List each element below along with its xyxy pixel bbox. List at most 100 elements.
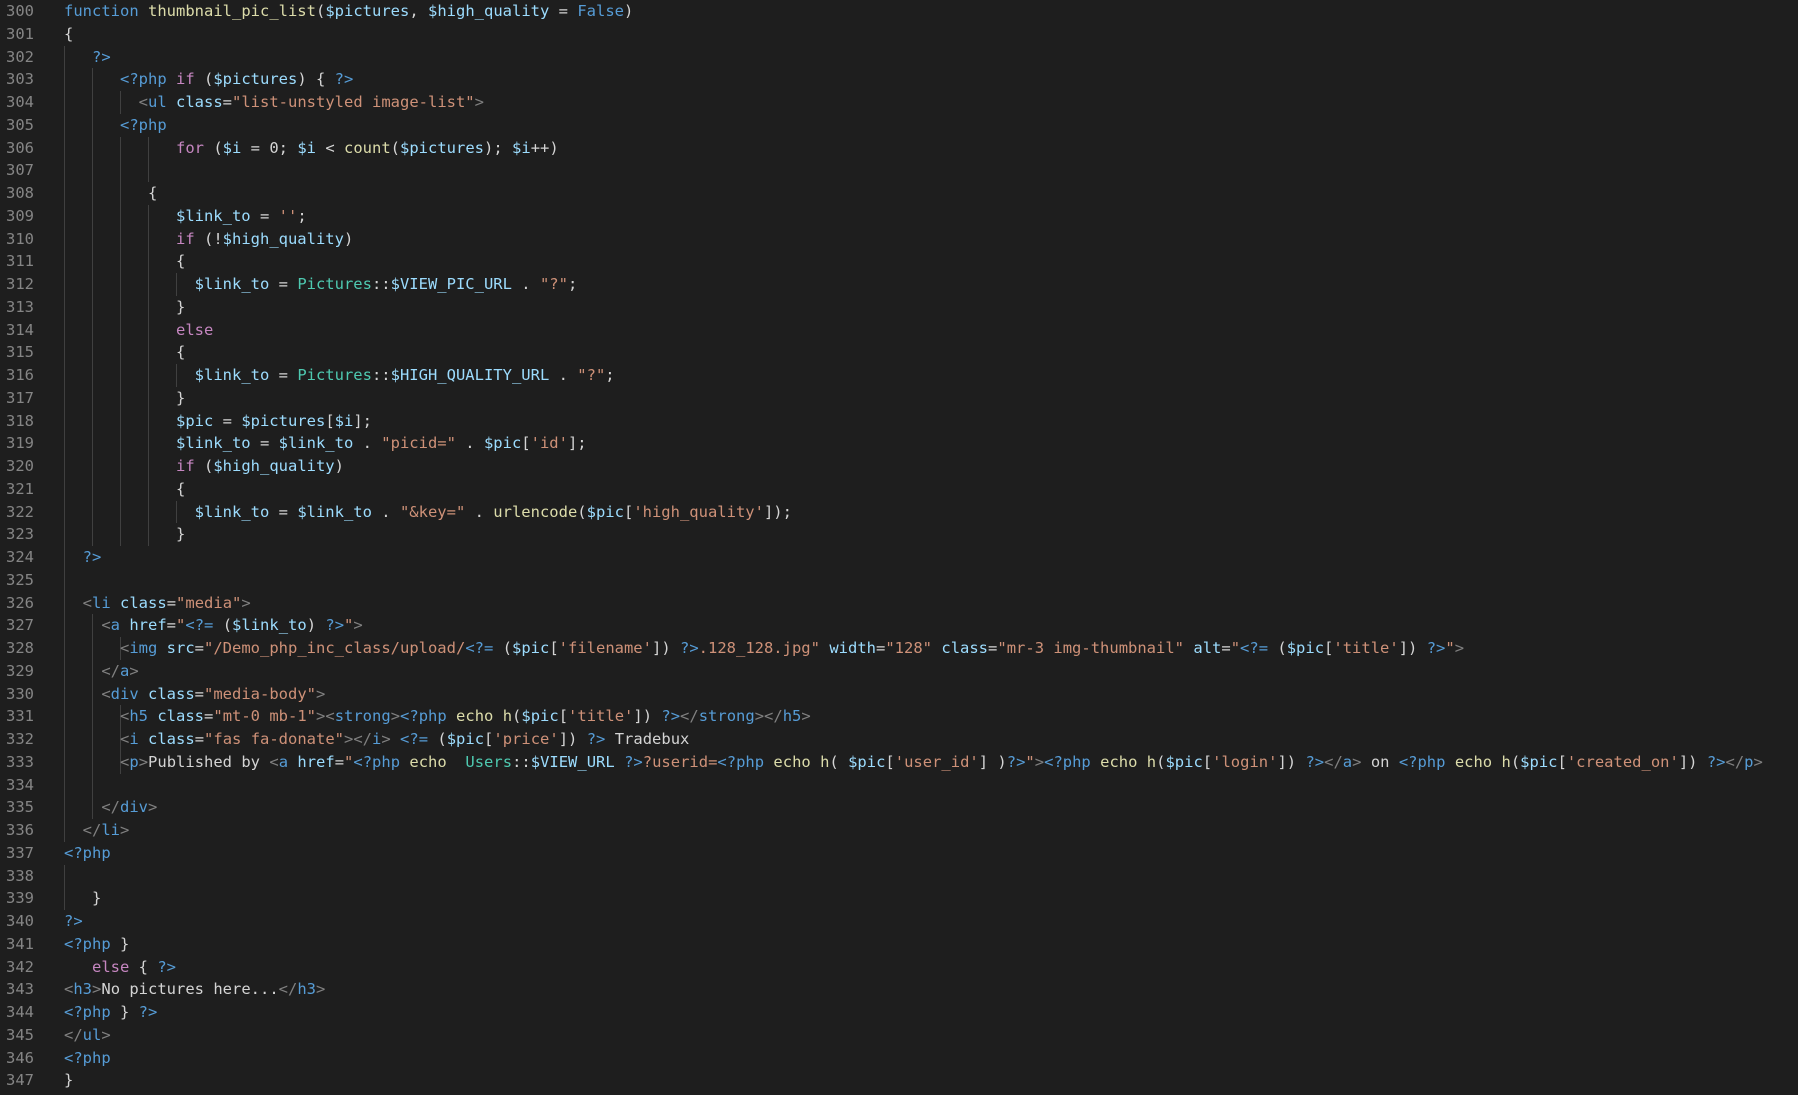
code-line[interactable]: 305 <?php (0, 113, 1798, 137)
code-line[interactable]: 312 $link_to = Pictures::$VIEW_PIC_URL .… (0, 273, 1798, 296)
code-line[interactable]: 335 </div> (0, 796, 1798, 819)
code-line[interactable]: 308 { (0, 182, 1798, 205)
code-line[interactable]: 341 <?php } (0, 933, 1798, 956)
code-line[interactable]: 303 <?php if ($pictures) { ?> (0, 68, 1798, 91)
code-text: } (64, 887, 101, 910)
code-line[interactable]: 336 </li> (0, 819, 1798, 842)
code-line[interactable]: 331 <h5 class="mt-0 mb-1"><strong><?php … (0, 705, 1798, 728)
code-token: (! (194, 229, 223, 248)
code-line[interactable]: 302 ?> (0, 45, 1798, 69)
code-line[interactable]: 347} (0, 1069, 1798, 1092)
code-token: Published by (148, 752, 270, 771)
code-line[interactable]: 338 (0, 864, 1798, 888)
code-token: thumbnail_pic_list (148, 2, 316, 20)
code-line[interactable]: 301 { (0, 23, 1798, 46)
code-line[interactable]: 316 $link_to = Pictures::$HIGH_QUALITY_U… (0, 364, 1798, 387)
code-token: 'price' (493, 730, 559, 748)
line-number: 328 (6, 639, 34, 657)
code-line[interactable]: 322 $link_to = $link_to . "&key=" . urle… (0, 500, 1798, 524)
code-token: ) (306, 616, 326, 635)
code-token: $link_to (232, 616, 307, 635)
code-text: else { ?> (64, 956, 176, 979)
line-number: 308 (6, 184, 34, 202)
code-line[interactable]: 346 <?php (0, 1047, 1798, 1070)
code-text: $link_to = Pictures::$VIEW_PIC_URL . "?"… (64, 273, 578, 296)
code-line[interactable]: 314 else (0, 318, 1798, 342)
code-token: "?" (577, 366, 606, 384)
code-token: . (465, 502, 494, 521)
code-line[interactable]: 329 </a> (0, 659, 1798, 683)
code-token: ( (390, 138, 401, 157)
code-line[interactable]: 317 } (0, 386, 1798, 410)
code-line[interactable]: 344 <?php } ?> (0, 1001, 1798, 1024)
line-number: 321 (6, 479, 34, 498)
code-line[interactable]: 342 else { ?> (0, 956, 1798, 979)
code-text: $pic = $pictures[$i]; (64, 410, 372, 433)
code-line[interactable]: 307 (0, 159, 1798, 182)
code-token: ) (334, 457, 344, 475)
code-line[interactable]: 309 $link_to = ''; (0, 204, 1798, 228)
code-text: $link_to = ''; (64, 205, 307, 228)
code-line[interactable]: 345 </ul> (0, 1024, 1798, 1047)
code-token: alt (1193, 639, 1222, 657)
code-line[interactable]: 326 <li class="media"> (0, 591, 1798, 615)
code-token: urlencode (493, 502, 578, 521)
code-line[interactable]: 318 $pic = $pictures[$i]; (0, 409, 1798, 433)
code-token: $high_quality (222, 229, 344, 248)
code-line[interactable]: 339 } (0, 887, 1798, 910)
line-number: 311 (6, 252, 34, 271)
code-line[interactable]: 306 for ($i = 0; $i < count($pictures); … (0, 136, 1798, 160)
code-line[interactable]: 330 <div class="media-body"> (0, 682, 1798, 706)
code-line[interactable]: 321 { (0, 477, 1798, 501)
code-line[interactable]: 332 <i class="fas fa-donate"></i> <?= ($… (0, 728, 1798, 751)
code-line[interactable]: 325 (0, 568, 1798, 592)
line-number: 304 (6, 93, 34, 111)
code-line[interactable]: 300 function thumbnail_pic_list($pictures… (0, 0, 1798, 23)
code-text: <li class="media"> (64, 592, 251, 615)
indent-guide (92, 159, 93, 182)
code-line[interactable]: 311 { (0, 250, 1798, 273)
code-token: < (64, 980, 74, 999)
code-line[interactable]: 340 ?> (0, 910, 1798, 933)
code-token: Tradebux (605, 730, 690, 748)
code-text: for ($i = 0; $i < count($pictures); $i++… (64, 137, 559, 160)
code-line[interactable]: 315 { (0, 341, 1798, 364)
line-number: 306 (6, 138, 34, 157)
code-line[interactable]: 343 <h3>No pictures here...</h3> (0, 978, 1798, 1001)
code-line[interactable]: 304 <ul class="list-unstyled image-list"… (0, 91, 1798, 114)
code-line[interactable]: 319 $link_to = $link_to . "picid=" . $pi… (0, 432, 1798, 455)
code-line[interactable]: 320 if ($high_quality) (0, 455, 1798, 478)
code-token: ; (567, 275, 578, 293)
code-line[interactable]: 328 <img src="/Demo_php_inc_class/upload… (0, 637, 1798, 660)
line-number: 302 (6, 47, 34, 66)
code-token: ); (484, 138, 513, 157)
code-line[interactable]: 334 (0, 773, 1798, 797)
code-token: { (64, 252, 186, 271)
code-token: h3 (297, 980, 317, 999)
code-token: src (166, 639, 195, 657)
code-token: False (577, 2, 624, 20)
code-line[interactable]: 313 } (0, 295, 1798, 319)
code-line[interactable]: 324 ?> (0, 546, 1798, 569)
code-line[interactable]: 333 <p>Published by <a href="<?php echo … (0, 750, 1798, 774)
code-token: "media" (176, 593, 242, 612)
code-editor[interactable]: 300 function thumbnail_pic_list($pictures… (0, 0, 1798, 1095)
code-token: ( (1510, 752, 1521, 771)
line-number: 330 (6, 684, 34, 703)
code-line[interactable]: 327 <a href="<?= ($link_to) ?>"> (0, 614, 1798, 637)
code-token: ?> (334, 70, 354, 89)
code-line[interactable]: 323 } (0, 523, 1798, 546)
code-line[interactable]: 310 if (!$high_quality) (0, 227, 1798, 251)
code-token: else (92, 957, 130, 976)
code-token: $pic (848, 752, 886, 771)
code-token: ; (297, 206, 307, 225)
code-line[interactable]: 337 <?php (0, 842, 1798, 865)
code-token: > (801, 707, 811, 726)
indent-guide (64, 159, 65, 182)
